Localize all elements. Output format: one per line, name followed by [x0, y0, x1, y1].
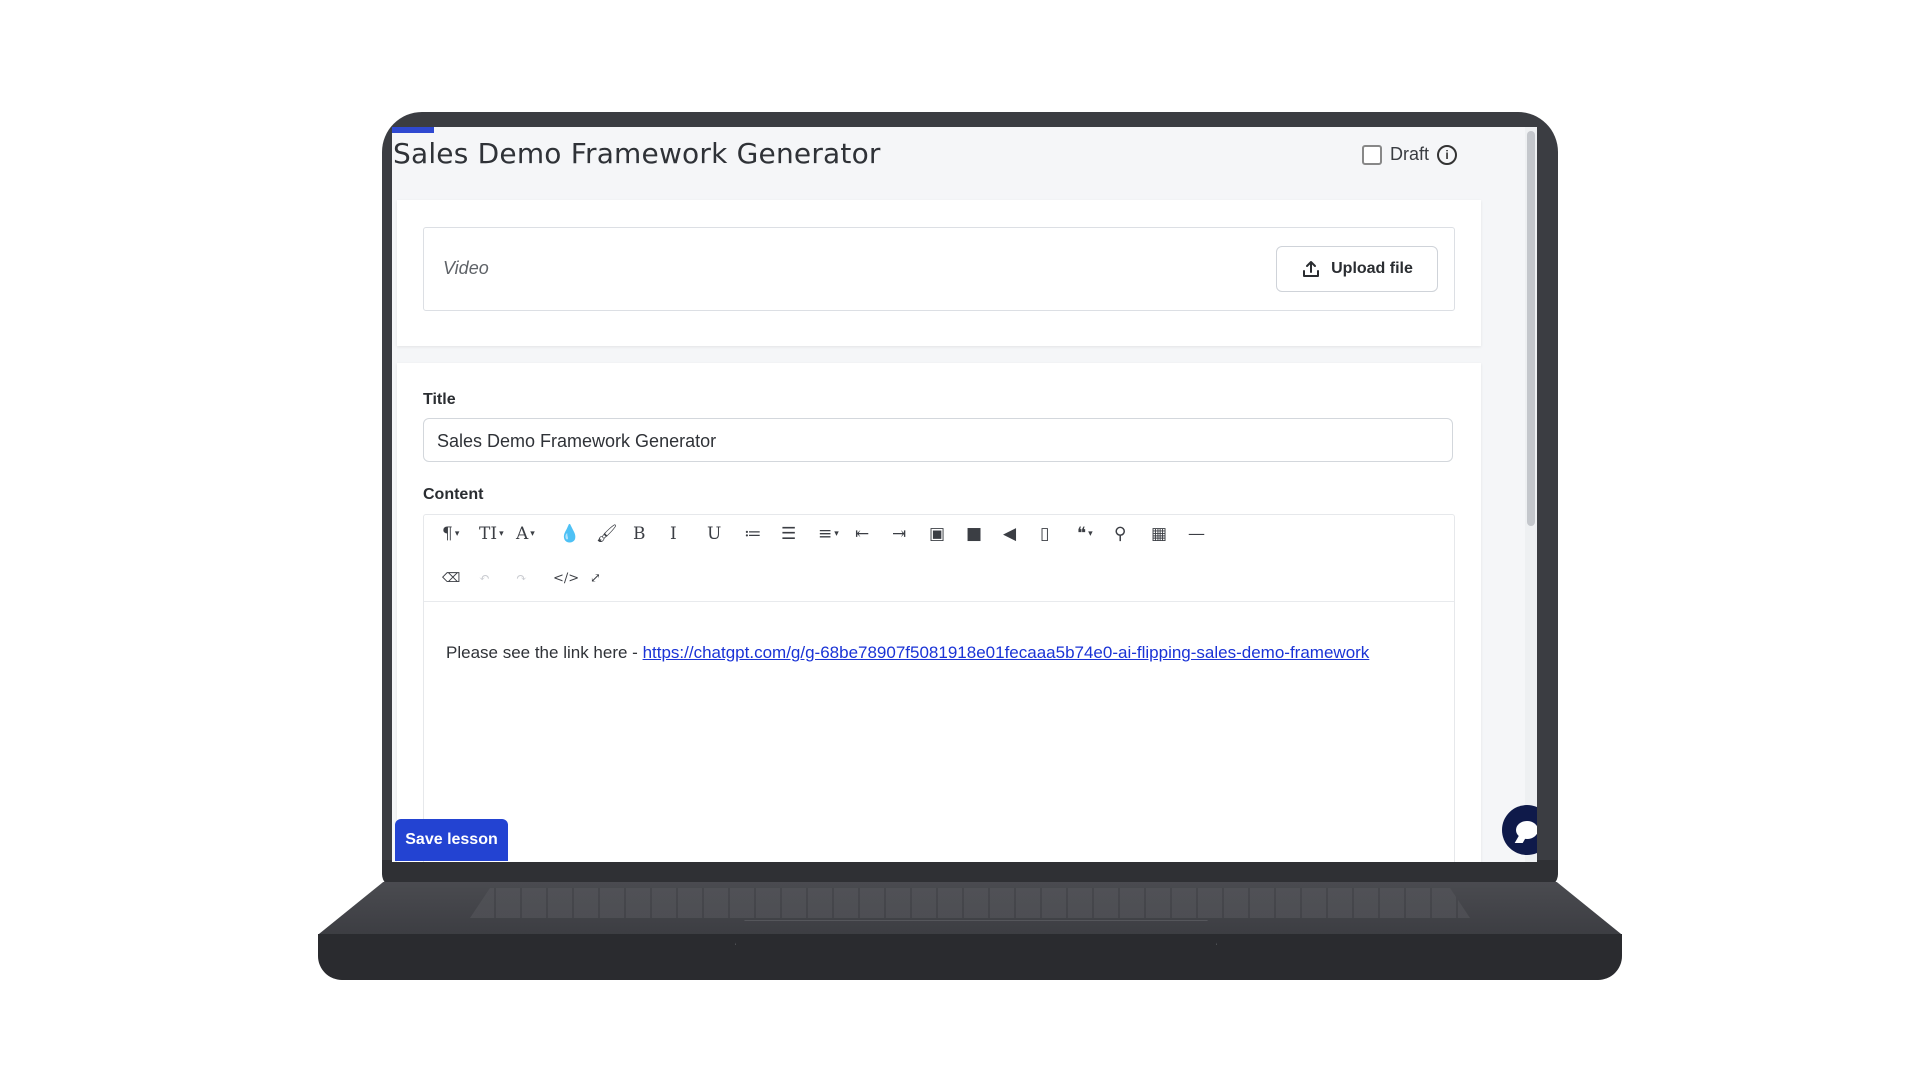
- bold-icon[interactable]: B: [633, 521, 646, 547]
- video-icon[interactable]: ■: [966, 521, 982, 547]
- info-icon[interactable]: i: [1437, 144, 1458, 165]
- quote-icon[interactable]: ❝ ▾: [1077, 521, 1093, 547]
- text-color-icon[interactable]: 💧: [559, 521, 580, 547]
- audio-icon[interactable]: ◀: [1003, 521, 1016, 547]
- upload-file-button[interactable]: Upload file: [1276, 246, 1438, 292]
- align-icon[interactable]: ≡ ▾: [818, 521, 839, 547]
- draft-checkbox[interactable]: [1362, 144, 1382, 165]
- laptop-trackpad: [735, 920, 1217, 945]
- background-color-icon[interactable]: 🖌: [596, 521, 618, 547]
- rich-text-editor: ¶ ▾ TI ▾ A ▾ 💧 🖌 B I U ≔ ☰ ≡ ▾ ⇤ ⇥ ▣ ■ ◀ ▯ ❝ ▾ ⚲ ▦ — ⌫ ↶ ↷ </> ⤢ Pleas…: [423, 514, 1455, 862]
- video-upload-field: Video Upload file: [423, 227, 1455, 311]
- save-lesson-button[interactable]: Save lesson: [395, 819, 508, 861]
- lesson-form-card: Title Sales Demo Framework Generator Con…: [397, 363, 1481, 862]
- unordered-list-icon[interactable]: ☰: [781, 521, 796, 547]
- link-icon[interactable]: ⚲: [1114, 521, 1126, 547]
- font-family-icon[interactable]: A ▾: [516, 521, 535, 547]
- content-link[interactable]: https://chatgpt.com/g/g-68be78907f508191…: [643, 643, 1370, 662]
- file-icon[interactable]: ▯: [1040, 521, 1049, 547]
- code-view-icon[interactable]: </>: [553, 565, 579, 591]
- chat-button[interactable]: [1502, 805, 1537, 855]
- scrollbar-thumb[interactable]: [1527, 131, 1535, 526]
- draft-toggle[interactable]: Draft i: [1362, 144, 1458, 165]
- page-scrollbar[interactable]: [1525, 127, 1537, 862]
- upload-file-label: Upload file: [1331, 260, 1413, 277]
- title-label: Title: [423, 391, 456, 408]
- video-label: Video: [443, 258, 489, 278]
- ordered-list-icon[interactable]: ≔: [744, 521, 762, 547]
- outdent-icon[interactable]: ⇤: [855, 521, 869, 547]
- top-accent-bar: [392, 127, 434, 133]
- image-icon[interactable]: ▣: [929, 521, 945, 547]
- content-text: Please see the link here -: [446, 643, 643, 662]
- editor-content[interactable]: Please see the link here - https://chatg…: [446, 643, 1369, 663]
- fullscreen-icon[interactable]: ⤢: [590, 565, 601, 591]
- title-input[interactable]: Sales Demo Framework Generator: [423, 418, 1453, 462]
- clear-formatting-icon[interactable]: ⌫: [442, 565, 460, 591]
- laptop-keyboard: [470, 888, 1470, 918]
- app-screen: Sales Demo Framework Generator Draft i V…: [392, 127, 1537, 862]
- chat-icon: [1516, 821, 1537, 839]
- draft-label: Draft: [1390, 144, 1430, 164]
- page-title: Sales Demo Framework Generator: [393, 137, 881, 170]
- paragraph-format-icon[interactable]: ¶ ▾: [442, 521, 459, 547]
- font-size-icon[interactable]: TI ▾: [479, 521, 504, 547]
- underline-icon[interactable]: U: [707, 521, 721, 547]
- italic-icon[interactable]: I: [670, 521, 677, 547]
- horizontal-line-icon[interactable]: —: [1188, 521, 1205, 547]
- redo-icon[interactable]: ↷: [516, 565, 527, 591]
- video-card: Video Upload file: [397, 200, 1481, 346]
- editor-toolbar: ¶ ▾ TI ▾ A ▾ 💧 🖌 B I U ≔ ☰ ≡ ▾ ⇤ ⇥ ▣ ■ ◀ ▯ ❝ ▾ ⚲ ▦ — ⌫ ↶ ↷ </> ⤢: [424, 515, 1454, 602]
- indent-icon[interactable]: ⇥: [892, 521, 906, 547]
- undo-icon[interactable]: ↶: [479, 565, 490, 591]
- table-icon[interactable]: ▦: [1151, 521, 1167, 547]
- content-label: Content: [423, 486, 484, 503]
- upload-icon: [1303, 261, 1320, 277]
